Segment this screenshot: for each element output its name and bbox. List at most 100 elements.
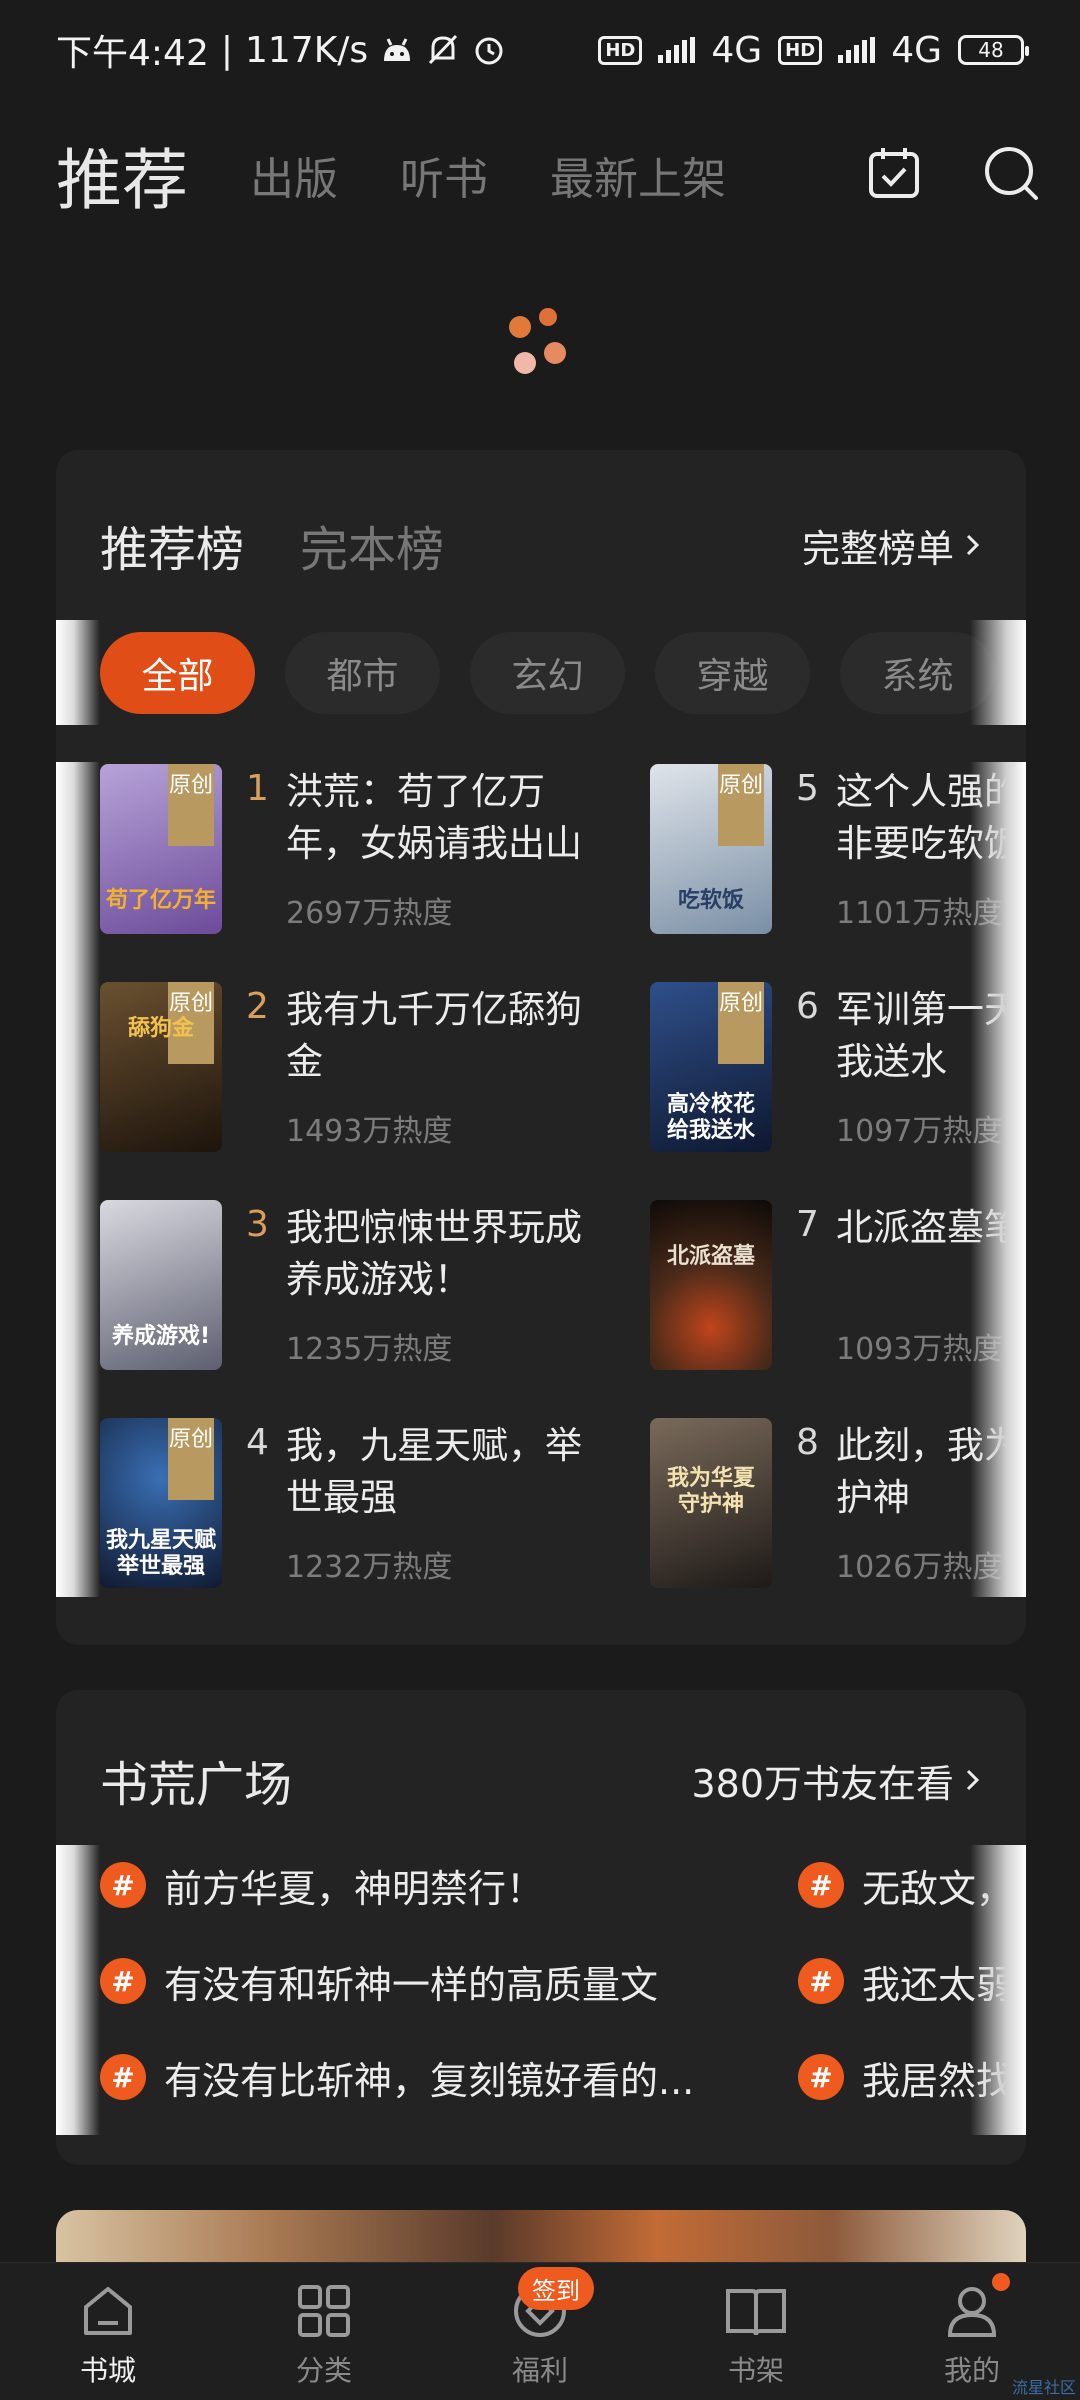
hashtag-icon: # [798, 1862, 844, 1908]
nav-label: 书城 [79, 2354, 136, 2387]
cover-title: 高冷校花 给我送水 [666, 1092, 755, 1143]
watermark-text: 流星社区 [1011, 2378, 1076, 2397]
status-net-speed: 117K/s [244, 29, 369, 71]
checkin-badge[interactable]: 签到 [518, 2267, 594, 2310]
square-more-label: 380万书友在看 [691, 1761, 954, 1806]
hashtag-icon: # [100, 1862, 146, 1908]
tab-audiobook[interactable]: 听书 [400, 143, 488, 207]
rank-number: 5 [796, 768, 819, 809]
book-title: 我，九星天赋，举世最强 [286, 1424, 582, 1519]
book-title: 我有九千万亿舔狗金 [286, 988, 582, 1083]
chip-time-travel[interactable]: 穿越 [655, 631, 810, 714]
book-heat: 1232万热度 [286, 1550, 453, 1585]
bell-off-icon [426, 33, 460, 67]
book-item[interactable]: 原创 我九星天赋 举世最强 4 我，九星天赋，举世最强 1232万热度 [100, 1416, 620, 1606]
battery-icon: 48 [958, 35, 1029, 65]
book-title: 北派盗墓笔记 [836, 1206, 1026, 1249]
book-item[interactable]: 原创 舔狗金 2 我有九千万亿舔狗金 1493万热度 [100, 980, 620, 1170]
book-cover: 原创 吃软饭 [650, 764, 772, 934]
chip-all[interactable]: 全部 [100, 631, 255, 714]
rank-number: 7 [796, 1204, 819, 1245]
book-item[interactable]: 原创 苟了亿万年 1 洪荒：苟了亿万年，女娲请我出山 2697万热度 [100, 762, 620, 952]
topic-item[interactable]: # 有没有和斩神一样的高质量文 [100, 1941, 658, 2021]
rank-number: 3 [246, 1204, 269, 1245]
topic-item[interactable]: # 我还太弱 [798, 1941, 1014, 2021]
tab-recommend-rank[interactable]: 推荐榜 [100, 510, 244, 580]
tab-recommend[interactable]: 推荐 [56, 127, 188, 223]
full-rank-link[interactable]: 完整榜单 [802, 518, 982, 573]
calendar-check-icon[interactable] [866, 145, 922, 205]
alarm-icon [472, 33, 506, 67]
topic-list: # 前方华夏，神明禁行！ # 有没有和斩神一样的高质量文 # 有没有比斩神，复刻… [56, 1845, 1026, 2135]
book-heat: 1026万热度 [836, 1550, 1003, 1585]
tab-finished-rank[interactable]: 完本榜 [300, 510, 444, 580]
book-item[interactable]: 北派盗墓 7 北派盗墓笔记 1093万热度 [650, 1198, 1026, 1388]
book-heat: 1493万热度 [286, 1114, 453, 1149]
rank-number: 8 [796, 1422, 819, 1463]
tab-new-arrivals[interactable]: 最新上架 [550, 143, 726, 207]
cover-title: 苟了亿万年 [105, 888, 216, 913]
hashtag-icon: # [100, 2054, 146, 2100]
square-title: 书荒广场 [100, 1757, 293, 1813]
ranking-card: 推荐榜 完本榜 完整榜单 全部 都市 玄幻 穿越 系统 原创 苟了亿万年 1 洪… [56, 450, 1026, 1645]
hashtag-icon: # [100, 1958, 146, 2004]
nav-bookstore[interactable]: 书城 [0, 2263, 216, 2400]
book-item[interactable]: 我为华夏 守护神 8 此刻，我为华夏守护神 1026万热度 [650, 1416, 1026, 1606]
book-open-icon [726, 2289, 786, 2336]
rank-number: 1 [246, 768, 269, 809]
book-heat: 1235万热度 [286, 1332, 453, 1367]
cover-title: 我九星天赋 举世最强 [105, 1528, 216, 1579]
topic-text: 有没有比斩神，复刻镜好看的... [164, 2058, 695, 2103]
book-item[interactable]: 原创 吃软饭 5 这个人强的离谱却非要吃软饭 1101万热度 [650, 762, 1026, 952]
original-tag: 原创 [718, 982, 764, 1064]
book-title: 军训第一天校花给我送水 [836, 988, 1026, 1083]
loading-indicator [505, 305, 575, 385]
chip-urban[interactable]: 都市 [285, 631, 440, 714]
nav-welfare[interactable]: 福利 签到 [432, 2263, 648, 2400]
topic-text: 无敌文， [862, 1866, 1015, 1911]
book-square-card: 书荒广场 380万书友在看 # 前方华夏，神明禁行！ # 有没有和斩神一样的高质… [56, 1690, 1026, 2165]
promo-banner[interactable] [56, 2210, 1026, 2270]
hashtag-icon: # [798, 2054, 844, 2100]
topic-item[interactable]: # 无敌文， [798, 1845, 1014, 1925]
signal-icon-2 [838, 37, 876, 63]
book-cover: 我为华夏 守护神 [650, 1418, 772, 1588]
grid-icon [298, 2285, 350, 2337]
android-icon [380, 33, 414, 67]
book-heat: 2697万热度 [286, 896, 453, 931]
category-chips: 全部 都市 玄幻 穿越 系统 [56, 620, 1026, 725]
book-title: 我把惊悚世界玩成养成游戏！ [286, 1206, 582, 1301]
square-more-link[interactable]: 380万书友在看 [691, 1753, 982, 1808]
chevron-right-icon [966, 534, 980, 556]
book-item[interactable]: 原创 高冷校花 给我送水 6 军训第一天校花给我送水 1097万热度 [650, 980, 1026, 1170]
hd-badge: HD [598, 35, 643, 65]
nav-label: 分类 [295, 2354, 352, 2387]
topic-item[interactable]: # 有没有比斩神，复刻镜好看的... [100, 2037, 694, 2117]
chip-fantasy[interactable]: 玄幻 [470, 631, 625, 714]
book-item[interactable]: 养成游戏! 3 我把惊悚世界玩成养成游戏！ 1235万热度 [100, 1198, 620, 1388]
rank-number: 6 [796, 986, 819, 1027]
topic-item[interactable]: # 前方华夏，神明禁行！ [100, 1845, 544, 1925]
cover-title: 北派盗墓 [666, 1244, 755, 1269]
tab-publish[interactable]: 出版 [250, 143, 338, 207]
cover-title: 吃软饭 [677, 888, 744, 913]
search-icon[interactable] [982, 144, 1040, 206]
battery-level: 48 [978, 38, 1004, 62]
status-time: 下午4:42 [56, 33, 209, 74]
original-tag: 原创 [168, 1418, 214, 1500]
network-type: 4G [711, 29, 763, 71]
nav-category[interactable]: 分类 [216, 2263, 432, 2400]
topic-item[interactable]: # 我居然找 [798, 2037, 1014, 2117]
book-title: 这个人强的离谱却非要吃软饭 [836, 770, 1026, 865]
cover-title: 我为华夏 守护神 [666, 1466, 755, 1517]
topic-text: 前方华夏，神明禁行！ [164, 1866, 545, 1911]
book-cover: 原创 我九星天赋 举世最强 [100, 1418, 222, 1588]
full-rank-label: 完整榜单 [801, 526, 954, 571]
chip-system[interactable]: 系统 [840, 631, 995, 714]
nav-label: 福利 [511, 2354, 568, 2387]
top-tabs: 推荐 出版 听书 最新上架 [56, 120, 1040, 230]
nav-bookshelf[interactable]: 书架 [648, 2263, 864, 2400]
rank-number: 2 [246, 986, 269, 1027]
home-icon [84, 2287, 132, 2335]
chevron-right-icon [966, 1769, 980, 1791]
